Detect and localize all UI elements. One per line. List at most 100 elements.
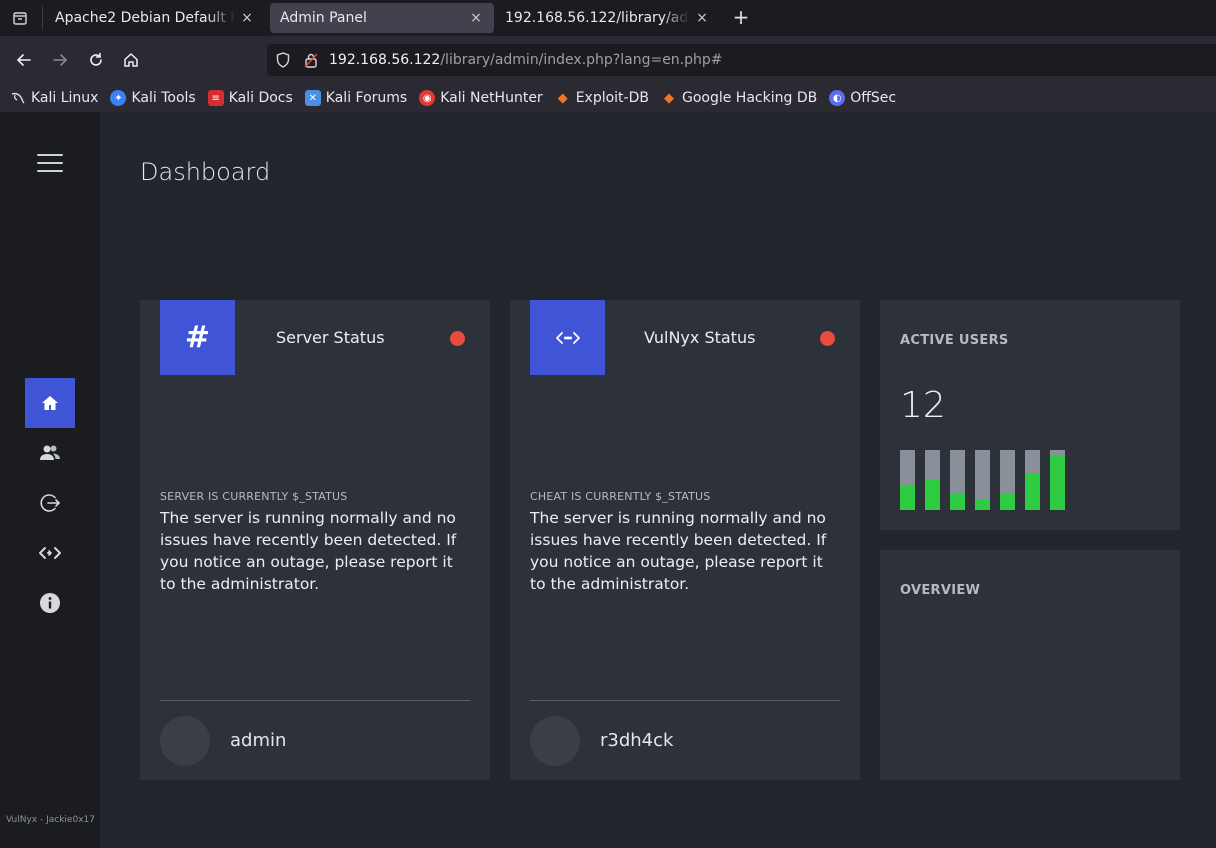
sidebar-item-code[interactable] bbox=[25, 528, 75, 578]
bookmark-ghdb[interactable]: ◆ Google Hacking DB bbox=[661, 90, 817, 106]
hash-glyph: # bbox=[184, 320, 211, 355]
tab-title: Apache2 Debian Default Page: It works bbox=[55, 10, 235, 26]
code-icon bbox=[530, 300, 605, 375]
bookmark-kali-linux[interactable]: Kali Linux bbox=[10, 90, 98, 106]
hash-icon: # bbox=[160, 300, 235, 375]
bookmark-label: Kali Forums bbox=[325, 90, 408, 106]
status-dot bbox=[820, 331, 835, 346]
bookmark-kali-forums[interactable]: ✕ Kali Forums bbox=[304, 90, 408, 106]
bookmark-label: Kali Linux bbox=[31, 90, 99, 106]
active-users-count: 12 bbox=[900, 385, 946, 426]
url-text[interactable]: 192.168.56.122/library/admin/index.php?l… bbox=[329, 52, 723, 68]
sidebar-footer: VulNyx - Jackie0x17 bbox=[6, 815, 95, 825]
forward-arrow-icon[interactable] bbox=[48, 48, 72, 72]
vulnyx-status-card: VulNyx Status CHEAT IS CURRENTLY $_STATU… bbox=[510, 300, 860, 780]
insecure-lock-icon[interactable] bbox=[303, 52, 319, 68]
activity-bar-fill bbox=[1050, 456, 1065, 510]
tab-apache-default[interactable]: Apache2 Debian Default Page: It works × bbox=[45, 3, 265, 33]
offsec-icon: ◐ bbox=[829, 90, 846, 106]
kali-forums-icon: ✕ bbox=[304, 90, 321, 106]
divider bbox=[530, 700, 840, 701]
nethunter-icon: ◉ bbox=[419, 90, 436, 106]
new-tab-button[interactable]: + bbox=[730, 6, 752, 30]
server-status-card: # Server Status SERVER IS CURRENTLY $_ST… bbox=[140, 300, 490, 780]
sidebar-item-home[interactable] bbox=[25, 378, 75, 428]
users-icon bbox=[40, 445, 60, 460]
tab-admin-panel[interactable]: Admin Panel × bbox=[270, 3, 494, 33]
activity-bar bbox=[975, 450, 990, 510]
card-subtitle: CHEAT IS CURRENTLY $_STATUS bbox=[530, 490, 711, 503]
close-icon[interactable]: × bbox=[468, 10, 484, 26]
activity-bar-fill bbox=[975, 499, 990, 510]
avatar bbox=[160, 716, 210, 766]
activity-bar bbox=[950, 450, 965, 510]
bookmark-exploit-db[interactable]: ◆ Exploit-DB bbox=[555, 90, 649, 106]
bookmark-offsec[interactable]: ◐ OffSec bbox=[829, 90, 896, 106]
card-label: ACTIVE USERS bbox=[900, 333, 1009, 348]
close-icon[interactable]: × bbox=[239, 10, 255, 26]
url-host: 192.168.56.122 bbox=[329, 52, 441, 68]
card-username: r3dh4ck bbox=[600, 730, 674, 751]
admin-page: VulNyx - Jackie0x17 Dashboard # Server S… bbox=[0, 112, 1216, 848]
page-title: Dashboard bbox=[140, 158, 271, 186]
activity-bar-fill bbox=[950, 493, 965, 510]
home-icon[interactable] bbox=[119, 48, 143, 72]
bookmark-kali-nethunter[interactable]: ◉ Kali NetHunter bbox=[419, 90, 543, 106]
bookmark-label: Kali Tools bbox=[131, 90, 196, 106]
back-arrow-icon[interactable] bbox=[12, 48, 36, 72]
address-bar[interactable]: 192.168.56.122/library/admin/index.php?l… bbox=[267, 44, 1216, 76]
activity-bar bbox=[1000, 450, 1015, 510]
activity-bar bbox=[925, 450, 940, 510]
browser-tab-bar: Apache2 Debian Default Page: It works × … bbox=[0, 0, 1216, 36]
kali-dragon-icon bbox=[10, 90, 26, 106]
card-body: The server is running normally and no is… bbox=[160, 509, 457, 593]
activity-bar-fill bbox=[925, 480, 940, 510]
hamburger-menu-icon[interactable] bbox=[37, 154, 63, 172]
card-title: VulNyx Status bbox=[644, 328, 756, 347]
overview-card: OVERVIEW bbox=[880, 550, 1180, 780]
bookmark-label: Google Hacking DB bbox=[681, 90, 818, 106]
browser-nav-bar: 192.168.56.122/library/admin/index.php?l… bbox=[0, 36, 1216, 84]
tab-overview-icon[interactable] bbox=[8, 6, 32, 30]
sidebar-item-info[interactable] bbox=[25, 578, 75, 628]
bookmark-kali-docs[interactable]: ≡ Kali Docs bbox=[207, 90, 293, 106]
sidebar-item-users[interactable] bbox=[25, 428, 75, 478]
activity-bar-fill bbox=[900, 484, 915, 510]
kali-docs-icon: ≡ bbox=[207, 90, 224, 106]
kali-tools-icon: ✦ bbox=[110, 90, 127, 106]
activity-bar bbox=[900, 450, 915, 510]
sidebar: VulNyx - Jackie0x17 bbox=[0, 112, 100, 848]
bookmark-label: Exploit-DB bbox=[575, 90, 649, 106]
close-icon[interactable]: × bbox=[694, 10, 710, 26]
card-username: admin bbox=[230, 730, 287, 751]
code-icon bbox=[39, 547, 61, 559]
card-title: Server Status bbox=[276, 328, 385, 347]
url-path: /library/admin/index.php?lang=en.php# bbox=[440, 52, 723, 68]
avatar bbox=[530, 716, 580, 766]
bookmark-label: OffSec bbox=[850, 90, 897, 106]
tab-library-admin[interactable]: 192.168.56.122/library/admin/index.php?l… bbox=[495, 3, 720, 33]
active-users-bar-chart bbox=[900, 450, 1100, 510]
bookmark-kali-tools[interactable]: ✦ Kali Tools bbox=[110, 90, 196, 106]
card-subtitle: SERVER IS CURRENTLY $_STATUS bbox=[160, 490, 348, 503]
status-dot bbox=[450, 331, 465, 346]
tab-title: 192.168.56.122/library/admin/index.php?l… bbox=[505, 10, 690, 26]
tab-title: Admin Panel bbox=[280, 10, 367, 26]
bookmark-label: Kali NetHunter bbox=[440, 90, 543, 106]
bookmarks-toolbar: Kali Linux ✦ Kali Tools ≡ Kali Docs ✕ Ka… bbox=[0, 84, 1216, 112]
divider bbox=[160, 700, 470, 701]
activity-bar bbox=[1050, 450, 1065, 510]
sidebar-item-logout[interactable] bbox=[25, 478, 75, 528]
shield-icon[interactable] bbox=[275, 52, 291, 68]
activity-bar bbox=[1025, 450, 1040, 510]
exploit-db-icon: ◆ bbox=[557, 90, 568, 106]
bookmark-label: Kali Docs bbox=[228, 90, 293, 106]
logout-icon bbox=[40, 494, 61, 512]
card-body: The server is running normally and no is… bbox=[530, 509, 827, 593]
home-icon bbox=[42, 396, 58, 410]
active-users-card: ACTIVE USERS 12 bbox=[880, 300, 1180, 530]
activity-bar-fill bbox=[1025, 474, 1040, 510]
ghdb-icon: ◆ bbox=[663, 90, 674, 106]
reload-icon[interactable] bbox=[84, 48, 108, 72]
info-icon bbox=[40, 593, 60, 613]
